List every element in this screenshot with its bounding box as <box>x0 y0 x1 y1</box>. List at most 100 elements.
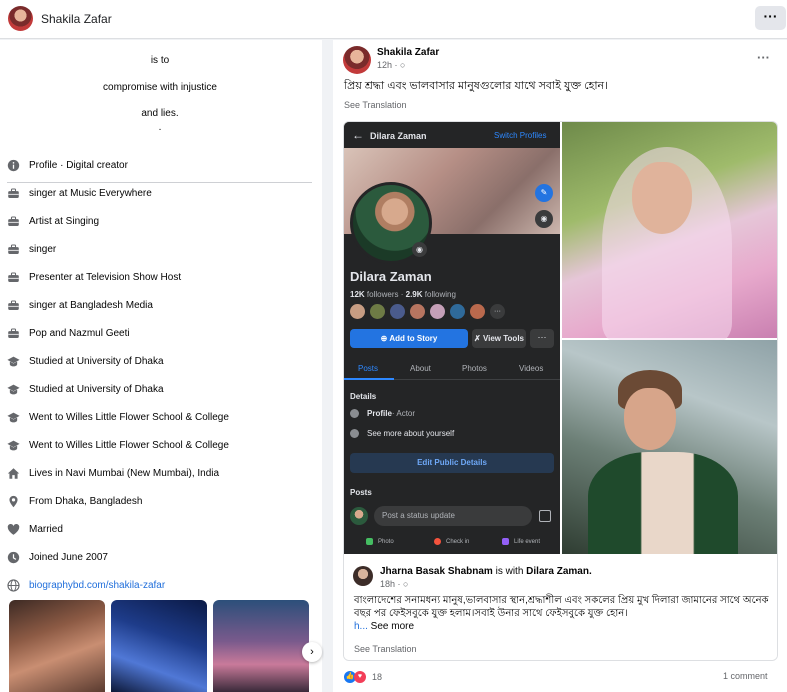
column-separator <box>324 40 333 692</box>
flag-icon <box>502 538 509 545</box>
follower-avatar <box>410 304 425 319</box>
location-pin-icon <box>434 538 441 545</box>
shared-author-line: Jharna Basak Shabnam is with Dilara Zama… <box>380 566 592 577</box>
graduation-cap-icon <box>7 355 20 368</box>
globe-icon: ○ <box>400 60 406 70</box>
intro-item: Joined June 2007 <box>7 549 108 565</box>
post-timestamp[interactable]: 12h · ○ <box>377 60 405 70</box>
composer-actions: Photo Check in Life event <box>344 534 560 554</box>
home-icon <box>7 467 20 480</box>
intro-item-text: Pop and Nazmul Geeti <box>29 327 130 339</box>
intro-item-text: Artist at Singing <box>29 215 100 227</box>
see-more-about-row: See more about yourself <box>350 429 454 438</box>
follower-avatar <box>350 304 365 319</box>
info-icon <box>350 409 359 418</box>
followers-label: followers <box>366 290 399 299</box>
phone-profile-tabs: Posts About Photos Videos <box>344 358 560 380</box>
shared-author-name[interactable]: Jharna Basak Shabnam <box>380 566 493 577</box>
graduation-cap-icon <box>7 439 20 452</box>
add-to-story-label: Add to Story <box>389 334 438 343</box>
shared-post[interactable]: ← Dilara Zaman Switch Profiles ✎ ◉ ◉ Dil… <box>343 121 778 661</box>
bio-line: is to <box>150 55 170 66</box>
post-author-avatar[interactable] <box>343 46 371 74</box>
shared-post-header: Jharna Basak Shabnam is with Dilara Zama… <box>344 554 777 660</box>
shared-see-translation-link[interactable]: See Translation <box>354 644 417 654</box>
with-word: is with <box>492 566 527 577</box>
followers-count: 12K <box>350 290 365 299</box>
briefcase-icon <box>7 271 20 284</box>
view-tools-label: View Tools <box>482 334 524 343</box>
profile-role: · Actor <box>391 409 416 418</box>
clock-icon <box>7 551 20 564</box>
briefcase-icon <box>7 243 20 256</box>
bio-line: and lies. <box>141 108 179 119</box>
globe-icon <box>7 578 20 592</box>
post-more-button[interactable]: ··· <box>757 50 770 65</box>
intro-item-text: Profile · Digital creator <box>29 159 128 171</box>
intro-item: Pop and Nazmul Geeti <box>7 325 130 341</box>
tagged-name[interactable]: Dilara Zaman. <box>526 566 592 577</box>
comments-count-link[interactable]: 1 comment <box>723 671 768 681</box>
post-text: প্রিয় শ্রদ্ধা এবং ভালবাসার মানুষগুলোর য… <box>344 80 609 92</box>
shared-post-text: বাংলাদেশের সনামধন্য মানুষ,ভালবাসার স্থান… <box>354 594 774 633</box>
intro-item: singer at Bangladesh Media <box>7 297 153 313</box>
location-pin-icon <box>7 495 20 508</box>
more-dots-icon <box>350 429 359 438</box>
image-icon <box>539 510 551 522</box>
phone-screenshot-image[interactable]: ← Dilara Zaman Switch Profiles ✎ ◉ ◉ Dil… <box>344 122 560 554</box>
shared-ellipsis[interactable]: h... <box>354 621 368 632</box>
shared-author-avatar[interactable] <box>353 566 373 586</box>
photo-thumbnail[interactable] <box>111 600 207 692</box>
intro-item: Artist at Singing <box>7 213 99 229</box>
photos-next-button[interactable]: › <box>302 642 322 662</box>
intro-panel: is to compromise with injustice and lies… <box>0 40 322 692</box>
briefcase-icon <box>7 299 20 312</box>
follower-avatar <box>430 304 445 319</box>
intro-item-text: Married <box>29 523 63 535</box>
tab-videos: Videos <box>519 364 544 373</box>
camera-icon: ◉ <box>535 210 553 228</box>
intro-item-text: Went to Willes Little Flower School & Co… <box>29 411 229 423</box>
intro-item: Went to Willes Little Flower School & Co… <box>7 437 229 453</box>
see-more-link[interactable]: See more <box>368 621 414 632</box>
phone-more-button: ··· <box>530 329 554 348</box>
photo-thumbnail[interactable] <box>9 600 105 692</box>
intro-item: Presenter at Television Show Host <box>7 269 181 285</box>
intro-item: Went to Willes Little Flower School & Co… <box>7 409 229 425</box>
post-author-name[interactable]: Shakila Zafar <box>377 47 439 58</box>
intro-item-text: From Dhaka, Bangladesh <box>29 495 143 507</box>
intro-item: Lives in Navi Mumbai (New Mumbai), India <box>7 465 219 481</box>
intro-item: singer <box>7 241 56 257</box>
profile-avatar[interactable] <box>8 6 33 31</box>
photo-thumbnail[interactable] <box>213 600 309 692</box>
posts-heading: Posts <box>350 488 372 497</box>
divider <box>7 182 312 183</box>
profile-name[interactable]: Shakila Zafar <box>41 12 112 26</box>
shared-time-text: 18h · <box>380 579 404 589</box>
website-link[interactable]: biographybd.com/shakila-zafar <box>29 580 165 591</box>
briefcase-icon <box>7 187 20 200</box>
globe-icon: ○ <box>403 579 409 589</box>
see-more-about-text: See more about yourself <box>367 429 455 438</box>
intro-item-text: singer <box>29 243 57 255</box>
reactions-summary[interactable]: 👍 ♥ 18 <box>344 670 382 684</box>
intro-item-text: Studied at University of Dhaka <box>29 355 164 367</box>
back-arrow-icon: ← <box>352 128 364 142</box>
love-reaction-icon: ♥ <box>354 671 366 683</box>
see-translation-link[interactable]: See Translation <box>344 100 407 110</box>
check-in-action-label: Check in <box>446 538 470 545</box>
portrait-photo-hijab[interactable] <box>562 122 777 342</box>
tab-posts: Posts <box>358 364 379 373</box>
follower-stats: 12K followers · 2.9K following <box>350 290 456 299</box>
portrait-photo-shawl[interactable] <box>562 340 777 562</box>
reaction-count: 18 <box>372 672 383 682</box>
more-options-button[interactable]: ··· <box>755 6 786 30</box>
bio-line: . <box>158 122 162 133</box>
info-icon <box>7 159 20 172</box>
intro-item: Studied at University of Dhaka <box>7 353 164 369</box>
follower-avatar <box>370 304 385 319</box>
intro-item-text: singer at Bangladesh Media <box>29 299 153 311</box>
intro-item[interactable]: biographybd.com/shakila-zafar <box>7 577 165 593</box>
shared-timestamp[interactable]: 18h · ○ <box>380 579 408 589</box>
intro-item-text: Presenter at Television Show Host <box>29 271 182 283</box>
